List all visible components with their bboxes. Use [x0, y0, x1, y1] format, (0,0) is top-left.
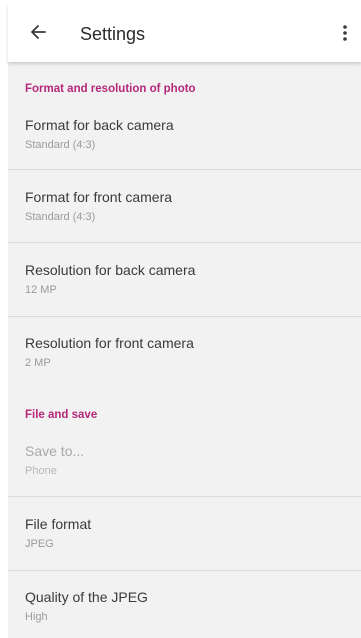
- overflow-menu-button[interactable]: [333, 20, 357, 46]
- divider: [8, 570, 361, 571]
- setting-label: Save to...: [25, 443, 85, 459]
- divider: [8, 316, 361, 317]
- setting-jpeg-quality[interactable]: Quality of the JPEG High: [8, 580, 361, 638]
- setting-file-format[interactable]: File format JPEG: [8, 507, 361, 567]
- settings-list: Format and resolution of photo Format fo…: [8, 62, 361, 638]
- page-title: Settings: [80, 24, 146, 44]
- setting-value: Phone: [25, 465, 57, 477]
- divider: [8, 496, 361, 497]
- setting-value: JPEG: [25, 538, 54, 550]
- setting-label: File format: [25, 516, 92, 532]
- setting-resolution-front-camera[interactable]: Resolution for front camera 2 MP: [8, 326, 361, 386]
- setting-save-to: Save to... Phone: [8, 434, 361, 494]
- setting-value: Standard (4:3): [25, 139, 96, 151]
- setting-format-back-camera[interactable]: Format for back camera Standard (4:3): [8, 108, 361, 168]
- setting-value: 12 MP: [25, 284, 57, 296]
- setting-label: Resolution for back camera: [25, 262, 196, 278]
- back-button[interactable]: [24, 18, 52, 46]
- divider: [8, 242, 361, 243]
- divider: [8, 169, 361, 170]
- setting-format-front-camera[interactable]: Format for front camera Standard (4:3): [8, 180, 361, 240]
- setting-value: 2 MP: [25, 357, 51, 369]
- settings-screen: Settings Format and resolution of photo …: [0, 0, 361, 638]
- arrow-left-icon: [31, 25, 46, 39]
- setting-value: Standard (4:3): [25, 211, 96, 223]
- setting-resolution-back-camera[interactable]: Resolution for back camera 12 MP: [8, 253, 361, 313]
- section-header-file-save: File and save: [25, 409, 98, 421]
- setting-label: Quality of the JPEG: [25, 589, 148, 605]
- setting-value: High: [25, 611, 48, 623]
- app-bar: Settings: [8, 4, 361, 62]
- setting-label: Format for front camera: [25, 189, 173, 205]
- setting-label: Resolution for front camera: [25, 335, 194, 351]
- section-header-format-resolution: Format and resolution of photo: [25, 83, 196, 95]
- more-vert-icon: [343, 25, 347, 41]
- setting-label: Format for back camera: [25, 117, 174, 133]
